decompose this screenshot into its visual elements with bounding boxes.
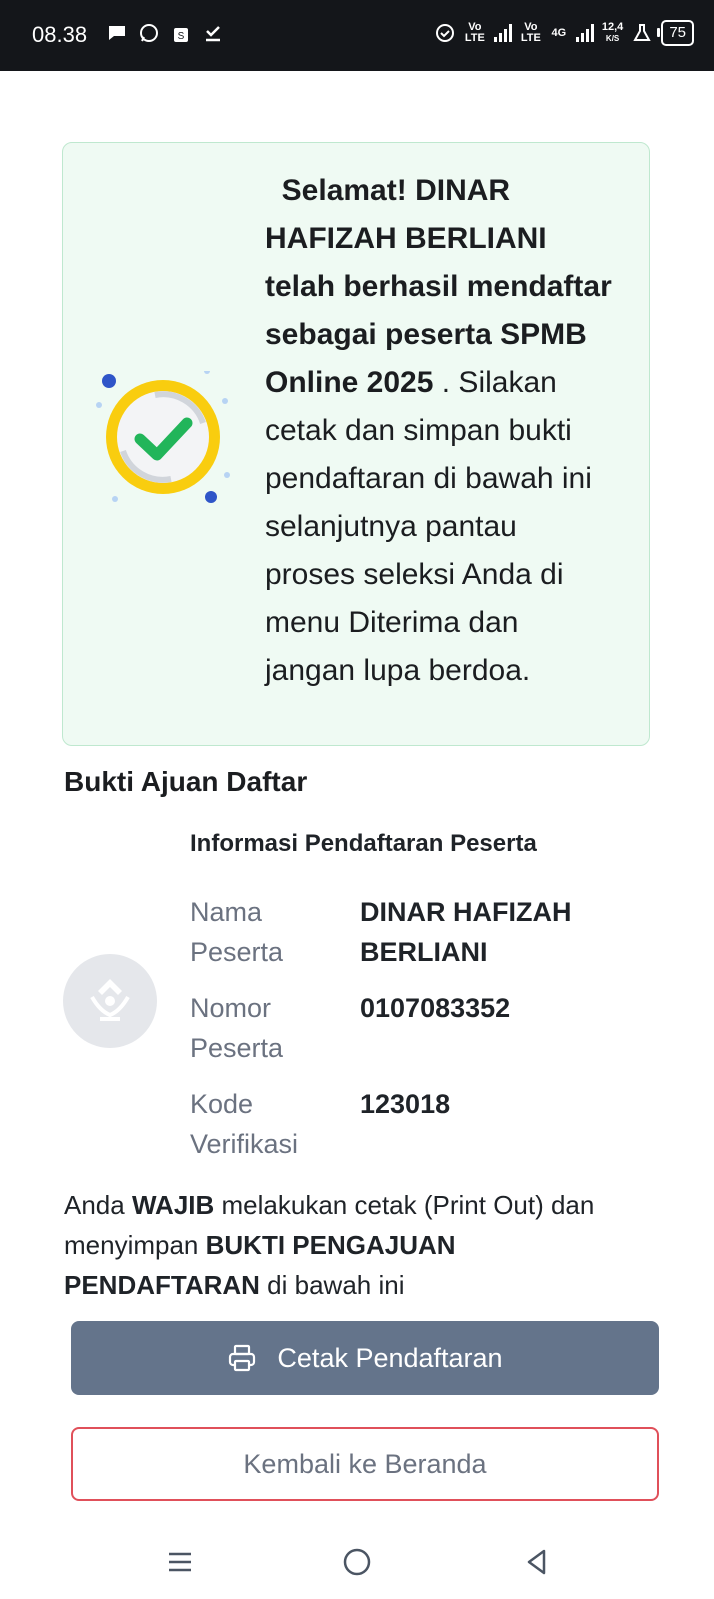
vpn-check-icon <box>435 24 454 42</box>
whatsapp-icon <box>140 24 158 42</box>
success-message: Selamat! DINAR HAFIZAH BERLIANI telah be… <box>265 167 615 695</box>
notice-part3: di bawah ini <box>259 1270 405 1300</box>
notice-wajib: WAJIB <box>131 1190 215 1220</box>
success-instructions: . Silakan cetak dan simpan bukti pendaft… <box>265 366 592 687</box>
success-bold-text: telah berhasil mendaftar sebagai peserta… <box>265 270 612 399</box>
signal-bars-2-icon <box>575 24 594 42</box>
info-title: Informasi Pendaftaran Peserta <box>190 830 537 857</box>
back-nav-button[interactable] <box>517 1542 557 1582</box>
status-right: Vo LTE Vo LTE 4G 12,4 K/S 75 <box>434 20 694 46</box>
home-circle-icon <box>343 1548 371 1576</box>
success-greeting: Selamat! <box>281 174 407 207</box>
avatar <box>63 954 157 1048</box>
value-kode-verifikasi: 123018 <box>360 1089 451 1119</box>
download-done-icon <box>206 26 220 42</box>
print-registration-button[interactable]: Cetak Pendaftaran <box>71 1321 659 1395</box>
svg-text:S: S <box>178 31 185 42</box>
status-time: 08.38 <box>32 22 88 47</box>
check-circle-icon <box>96 371 230 503</box>
network-speed-value: 12,4 <box>601 21 624 33</box>
status-bar: 08.38 S Vo LTE Vo LTE 4G 12,4 K/S 75 <box>0 0 714 71</box>
network-label-1: Vo LTE <box>464 21 485 44</box>
back-to-home-button[interactable]: Kembali ke Beranda <box>71 1427 659 1501</box>
system-nav-bar <box>0 1526 714 1599</box>
network-label-2: Vo LTE <box>520 21 541 44</box>
home-button[interactable] <box>337 1542 377 1582</box>
recents-button[interactable] <box>160 1542 200 1582</box>
notification-icons: S <box>106 22 224 44</box>
success-card: Selamat! DINAR HAFIZAH BERLIANI telah be… <box>62 142 650 746</box>
network-label-3: 4G <box>551 26 567 39</box>
chat-bubble-icon <box>109 26 125 40</box>
label-kode-verifikasi: Kode Verifikasi <box>190 1089 299 1159</box>
value-nomor-peserta: 0107083352 <box>360 993 511 1023</box>
value-nama-peserta: DINAR HAFIZAH BERLIANI <box>360 897 572 967</box>
battery-indicator: 75 <box>657 20 694 46</box>
flask-icon <box>633 24 652 41</box>
label-nomor-peserta: Nomor Peserta <box>190 993 284 1063</box>
back-button-label: Kembali ke Beranda <box>243 1448 487 1479</box>
tut-wuri-handayani-logo <box>90 979 130 1021</box>
network-speed: 12,4 K/S <box>602 22 623 44</box>
network-speed-unit: K/S <box>605 34 620 43</box>
shopping-bag-icon: S <box>174 28 188 42</box>
print-notice: Anda WAJIB melakukan cetak (Print Out) d… <box>64 1185 654 1305</box>
back-triangle-icon <box>527 1549 546 1575</box>
notice-part1: Anda <box>64 1190 132 1220</box>
signal-bars-1-icon <box>493 24 512 42</box>
label-nama-peserta: Nama Peserta <box>190 897 284 967</box>
section-title: Bukti Ajuan Daftar <box>64 766 308 797</box>
print-button-label: Cetak Pendaftaran <box>277 1342 503 1373</box>
printer-icon <box>229 1344 256 1372</box>
menu-lines-icon <box>169 1552 191 1572</box>
